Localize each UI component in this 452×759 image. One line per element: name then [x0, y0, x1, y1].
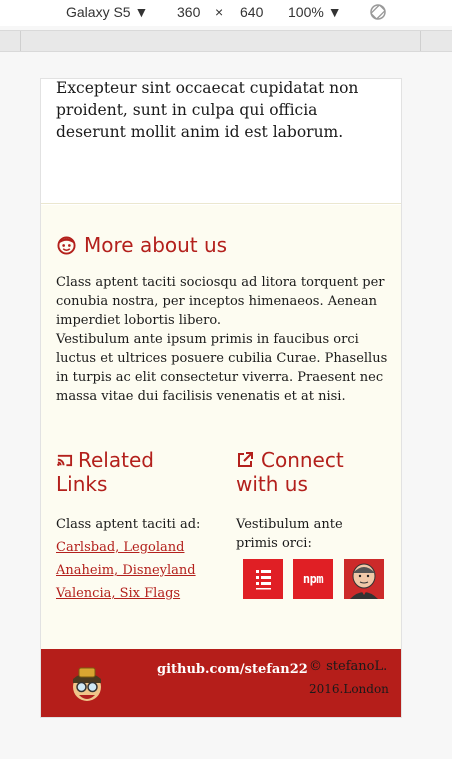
avatar-icon	[73, 667, 101, 701]
zoom-label: 100%	[288, 4, 324, 20]
related-title-line2: Links	[56, 472, 108, 496]
device-ruler	[0, 30, 452, 52]
related-intro: Class aptent taciti ad:	[56, 517, 201, 532]
zoom-dropdown-icon: ▼	[327, 4, 342, 20]
about-title: More about us	[84, 233, 228, 257]
related-title-line1: Related	[78, 448, 154, 472]
smiley-icon	[57, 235, 76, 255]
connect-title-line1: Connect	[261, 448, 344, 472]
about-paragraph-1: Class aptent taciti sociosqu ad litora t…	[56, 275, 385, 328]
height-field[interactable]: 640	[240, 4, 263, 20]
related-links-list: Carlsbad, Legoland Anaheim, Disneyland V…	[56, 536, 196, 605]
about-heading: More about us	[57, 233, 227, 257]
list-icon	[256, 570, 271, 590]
connect-title-line2: with us	[236, 472, 308, 496]
list-app-badge[interactable]	[243, 559, 283, 599]
connect-heading: Connect with us	[236, 448, 396, 496]
rotate-icon[interactable]	[369, 3, 387, 21]
zoom-select[interactable]: 100% ▼	[288, 4, 342, 20]
copyright-line1: © stefanoL.	[309, 659, 388, 674]
ruler-tick	[420, 31, 421, 51]
connect-intro-line1: Vestibulum ante	[236, 517, 343, 532]
device-select[interactable]: Galaxy S5 ▼	[66, 4, 148, 20]
footer: github.com/stefan22 © stefanoL. 2016.Lon…	[41, 649, 401, 717]
cast-icon	[57, 454, 73, 466]
jenkins-badge[interactable]	[344, 559, 384, 599]
device-label: Galaxy S5	[66, 4, 131, 20]
devtools-toolbar: Galaxy S5 ▼ 360 × 640 100% ▼	[0, 0, 452, 26]
device-dropdown-icon: ▼	[134, 4, 149, 20]
npm-label: npm	[302, 572, 324, 586]
github-link[interactable]: github.com/stefan22	[157, 662, 308, 677]
about-paragraph-2: Vestibulum ante ipsum primis in faucibus…	[56, 332, 388, 404]
related-link[interactable]: Anaheim, Disneyland	[56, 559, 196, 582]
device-viewport: Excepteur sint occaecat cupidatat non pr…	[40, 78, 402, 718]
intro-text: Excepteur sint occaecat cupidatat non pr…	[56, 79, 359, 141]
intro-section: Excepteur sint occaecat cupidatat non pr…	[41, 79, 401, 204]
connect-intro-line2: primis orci:	[236, 536, 312, 551]
related-link[interactable]: Carlsbad, Legoland	[56, 536, 196, 559]
related-heading: Related Links	[56, 448, 221, 496]
about-section: More about us Class aptent taciti socios…	[41, 205, 401, 649]
npm-badge[interactable]: npm	[293, 559, 333, 599]
jenkins-icon	[344, 559, 384, 599]
dimension-separator: ×	[215, 4, 224, 20]
ruler-tick	[20, 31, 21, 51]
related-link[interactable]: Valencia, Six Flags	[56, 582, 196, 605]
copyright-line2: 2016.London	[309, 682, 389, 696]
width-field[interactable]: 360	[177, 4, 200, 20]
external-link-icon	[238, 452, 253, 467]
